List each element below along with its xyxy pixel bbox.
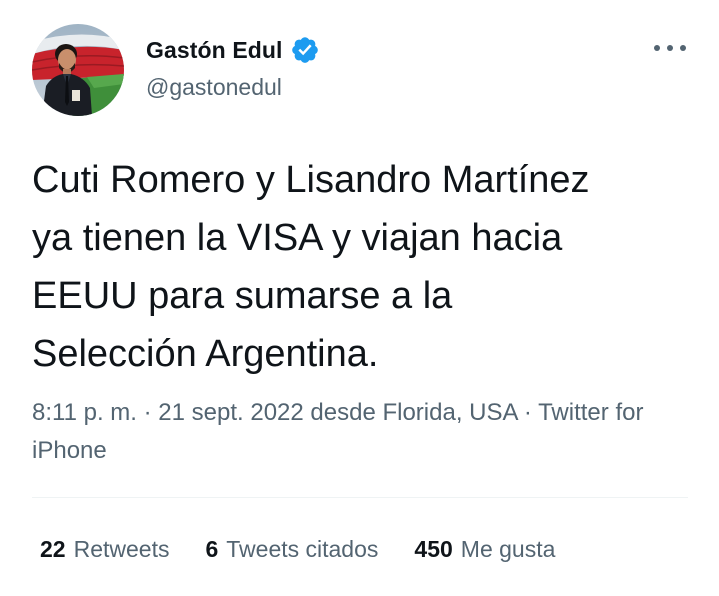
tweet-location[interactable]: Florida, USA <box>382 399 517 426</box>
meta-separator: · <box>136 399 159 426</box>
avatar-image <box>32 24 124 116</box>
verified-badge-icon <box>290 35 320 65</box>
meta-separator: · <box>517 399 539 426</box>
divider <box>32 497 688 498</box>
retweets-count: 22 <box>40 536 66 562</box>
more-dot <box>654 45 660 51</box>
likes-count: 450 <box>414 536 453 562</box>
retweets-stat[interactable]: 22 Retweets <box>40 536 169 563</box>
tweet-metadata: 8:11 p. m. · 21 sept. 2022 desde Florida… <box>32 394 652 470</box>
more-dot <box>680 45 686 51</box>
avatar[interactable] <box>32 24 124 116</box>
author-name-row: Gastón Edul <box>146 34 320 66</box>
retweets-label: Retweets <box>73 536 170 562</box>
quote-tweets-stat[interactable]: 6 Tweets citados <box>205 536 378 563</box>
location-prefix: desde <box>303 399 383 426</box>
author-display-name[interactable]: Gastón Edul <box>146 37 283 64</box>
likes-stat[interactable]: 450 Me gusta <box>414 536 555 563</box>
tweet-timestamp-date[interactable]: 21 sept. 2022 <box>158 399 303 426</box>
likes-label: Me gusta <box>460 536 556 562</box>
quote-tweets-count: 6 <box>205 536 219 562</box>
tweet-timestamp-time[interactable]: 8:11 p. m. <box>32 399 137 426</box>
more-dot <box>667 45 673 51</box>
more-options-icon[interactable] <box>654 38 686 58</box>
quote-tweets-label: Tweets citados <box>226 536 379 562</box>
author-handle[interactable]: @gastonedul <box>146 74 282 101</box>
tweet-text: Cuti Romero y Lisandro Martínez ya tiene… <box>32 159 590 375</box>
tweet-card: Gastón Edul @gastonedul Cuti Romero y Li… <box>0 0 719 596</box>
tweet-stats: 22 Retweets 6 Tweets citados 450 Me gust… <box>40 536 591 563</box>
